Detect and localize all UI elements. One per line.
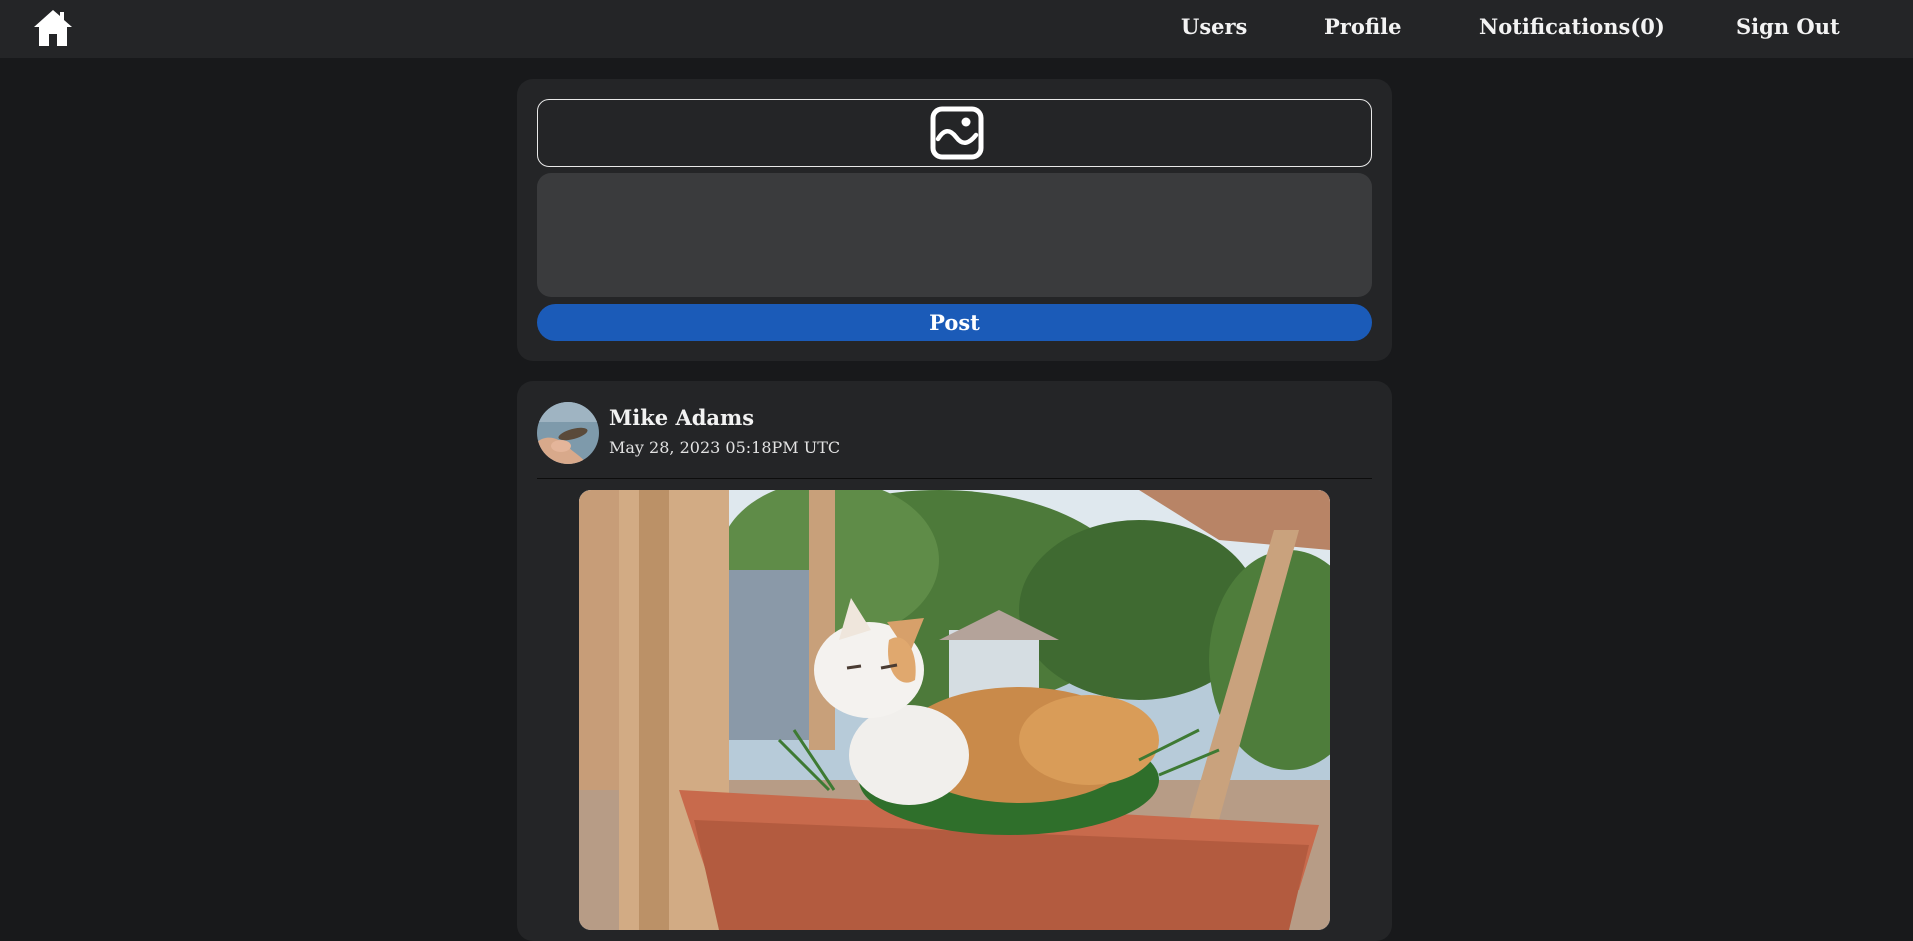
post-header-divider	[537, 478, 1372, 479]
top-nav-bar: Users Profile Notifications(0) Sign Out	[0, 0, 1913, 58]
avatar[interactable]	[537, 402, 599, 464]
post-timestamp: May 28, 2023 05:18PM UTC	[609, 438, 841, 457]
post-card: Mike Adams May 28, 2023 05:18PM UTC	[517, 381, 1392, 941]
post-author-name[interactable]: Mike Adams	[609, 405, 754, 430]
post-image	[579, 490, 1330, 930]
image-icon	[930, 106, 984, 160]
post-composer: Post	[517, 79, 1392, 361]
nav-sign-out-link[interactable]: Sign Out	[1736, 12, 1840, 42]
post-button[interactable]: Post	[537, 304, 1372, 341]
nav-profile-link[interactable]: Profile	[1324, 12, 1401, 42]
nav-users-link[interactable]: Users	[1181, 12, 1247, 42]
post-text-input[interactable]	[537, 173, 1372, 297]
home-icon[interactable]	[33, 9, 73, 47]
image-upload-button[interactable]	[537, 99, 1372, 167]
nav-notifications-link[interactable]: Notifications(0)	[1479, 12, 1665, 42]
